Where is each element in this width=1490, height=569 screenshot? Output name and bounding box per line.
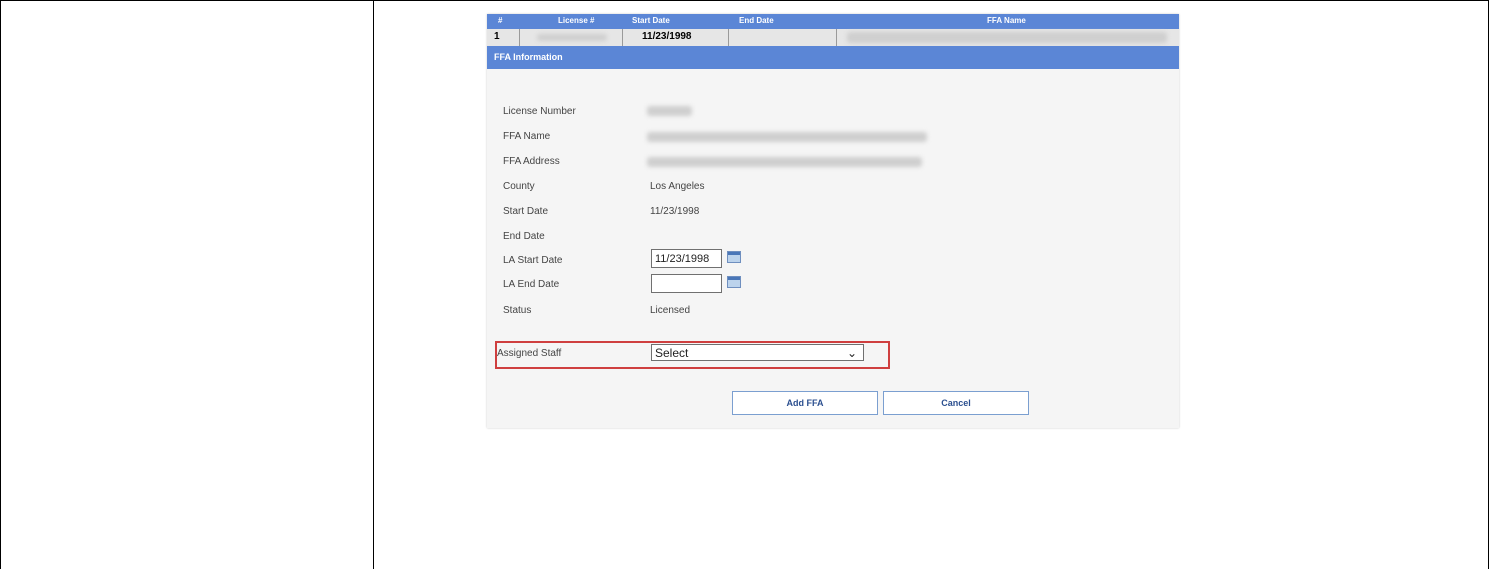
redacted-license-value xyxy=(647,106,692,116)
ffa-panel: # License # Start Date End Date FFA Name… xyxy=(487,14,1179,428)
redacted-ffa-name-value xyxy=(647,132,927,142)
la-end-date-label: LA End Date xyxy=(503,279,560,290)
redacted-ffa-address-value xyxy=(647,157,922,167)
license-number-label: License Number xyxy=(503,106,576,117)
redacted-ffa-name xyxy=(847,32,1167,43)
cell-border xyxy=(519,29,520,46)
county-label: County xyxy=(503,181,535,192)
la-end-date-input[interactable] xyxy=(651,274,722,293)
ffa-form: License Number FFA Name FFA Address Coun… xyxy=(487,69,1179,428)
grid-header-start-date: Start Date xyxy=(632,16,670,25)
grid-row-start-date: 11/23/1998 xyxy=(642,31,692,42)
grid-header-end-date: End Date xyxy=(739,16,774,25)
cancel-button[interactable]: Cancel xyxy=(883,391,1029,415)
cell-border xyxy=(836,29,837,46)
ffa-name-label: FFA Name xyxy=(503,131,551,142)
grid-header: # License # Start Date End Date FFA Name xyxy=(487,14,1179,29)
county-value: Los Angeles xyxy=(650,181,705,192)
redacted-license-number xyxy=(537,34,607,41)
grid-header-index: # xyxy=(498,16,503,25)
end-date-label: End Date xyxy=(503,231,545,242)
column-divider xyxy=(373,0,374,569)
assigned-staff-highlight xyxy=(495,341,890,369)
add-ffa-button[interactable]: Add FFA xyxy=(732,391,878,415)
grid-header-ffa-name: FFA Name xyxy=(987,16,1026,25)
start-date-value: 11/23/1998 xyxy=(650,206,700,217)
grid-row-index: 1 xyxy=(494,31,500,42)
cell-border xyxy=(622,29,623,46)
calendar-icon[interactable] xyxy=(727,251,741,263)
status-value: Licensed xyxy=(650,305,691,316)
cell-border xyxy=(728,29,729,46)
section-title: FFA Information xyxy=(494,52,563,62)
la-start-date-label: LA Start Date xyxy=(503,255,563,266)
grid-header-license: License # xyxy=(558,16,595,25)
section-header: FFA Information xyxy=(487,46,1179,69)
calendar-icon[interactable] xyxy=(727,276,741,288)
la-start-date-input[interactable] xyxy=(651,249,722,268)
start-date-label: Start Date xyxy=(503,206,549,217)
grid-row[interactable]: 1 11/23/1998 xyxy=(487,29,1179,46)
status-label: Status xyxy=(503,305,532,316)
ffa-address-label: FFA Address xyxy=(503,156,560,167)
